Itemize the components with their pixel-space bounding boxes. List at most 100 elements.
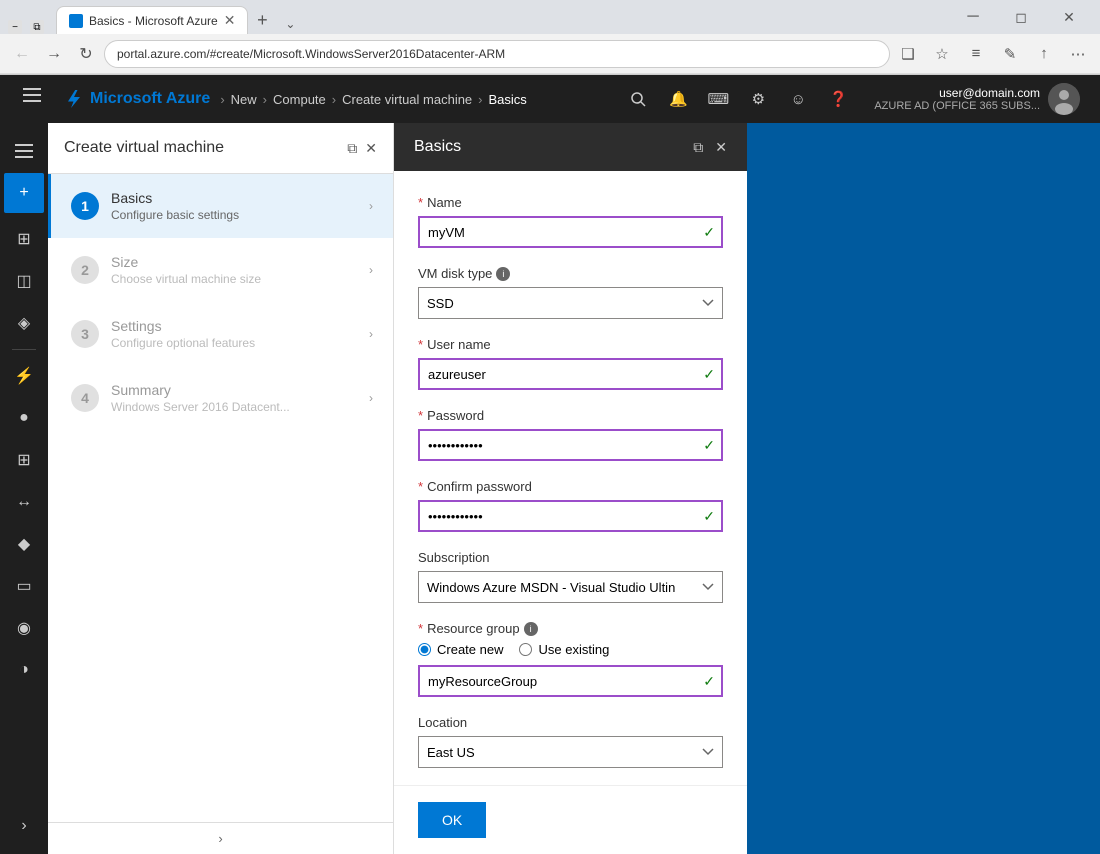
sidebar-item-dashboard[interactable] [4, 131, 44, 171]
username-input-wrapper: ✓ [418, 358, 723, 390]
breadcrumb-sep2: › [263, 92, 267, 107]
subscription-select[interactable]: Windows Azure MSDN - Visual Studio Ultin [418, 571, 723, 603]
new-tab-button[interactable]: + [248, 6, 276, 34]
wizard-maximize-icon[interactable]: ⧉ [347, 140, 357, 157]
forward-button[interactable]: → [40, 40, 68, 68]
minimize-button[interactable]: ─ [950, 3, 996, 31]
resource-group-label: * Resource group i [418, 621, 723, 636]
wizard-step-summary[interactable]: 4 Summary Windows Server 2016 Datacent..… [48, 366, 393, 430]
sidebar-item-favorites[interactable]: ◈ [4, 303, 44, 343]
cloud-shell-button[interactable]: ⌨ [700, 81, 736, 117]
share-button[interactable]: ↑ [1030, 40, 1058, 68]
location-select[interactable]: East US West US Central US West Europe E… [418, 736, 723, 768]
wizard-close-icon[interactable]: ✕ [365, 140, 377, 157]
sidebar-expand-button[interactable]: › [4, 806, 44, 846]
more-button[interactable]: ⋯ [1064, 40, 1092, 68]
sidebar-item-lightning[interactable]: ⚡ [4, 356, 44, 396]
resource-group-info-icon[interactable]: i [524, 622, 538, 636]
create-new-radio[interactable] [418, 643, 431, 656]
password-required-star: * [418, 408, 423, 423]
azure-topbar: Microsoft Azure › New › Compute › Create… [0, 75, 1100, 123]
address-bar[interactable] [104, 40, 890, 68]
disk-type-field-group: VM disk type i SSD HDD [418, 266, 723, 319]
azure-main: + ⊞ ◫ ◈ ⚡ ● ⊞ ↔ ◆ ▭ ◉ ◑ › Create virtual… [0, 123, 1100, 854]
sidebar-item-diamond[interactable]: ◆ [4, 524, 44, 564]
close-button[interactable]: ✕ [1046, 3, 1092, 31]
maximize-button[interactable]: ◻ [998, 3, 1044, 31]
breadcrumb-new[interactable]: New [231, 92, 257, 107]
refresh-button[interactable]: ↻ [72, 40, 100, 68]
use-existing-radio-label[interactable]: Use existing [519, 642, 609, 657]
user-tenant: AZURE AD (OFFICE 365 SUBS... [874, 100, 1040, 112]
resource-group-input[interactable] [418, 665, 723, 697]
tab-close-button[interactable]: ✕ [224, 12, 236, 29]
username-input[interactable] [418, 358, 723, 390]
sidebar-item-all-services[interactable]: ◫ [4, 261, 44, 301]
form-maximize-icon[interactable]: ⧉ [693, 139, 703, 156]
back-button[interactable]: ← [8, 40, 36, 68]
wizard-step-basics[interactable]: 1 Basics Configure basic settings › [48, 174, 393, 238]
breadcrumb-compute[interactable]: Compute [273, 92, 326, 107]
step3-chevron: › [369, 327, 373, 341]
password-input-wrapper: ✓ [418, 429, 723, 461]
password-label-text: Password [427, 408, 484, 423]
create-new-radio-label[interactable]: Create new [418, 642, 503, 657]
sidebar-menu-toggle[interactable] [12, 75, 52, 115]
browser-tabs: − ⧉ Basics - Microsoft Azure ✕ + ⌄ [8, 0, 300, 34]
favorites-button[interactable]: ☆ [928, 40, 956, 68]
wizard-bottom-expand[interactable]: › [48, 822, 393, 854]
active-tab[interactable]: Basics - Microsoft Azure ✕ [56, 6, 248, 34]
name-input[interactable] [418, 216, 723, 248]
sidebar-item-security[interactable]: ◑ [4, 650, 44, 690]
tab-scroll-button[interactable]: ⌄ [280, 14, 300, 34]
wizard-panel: Create virtual machine ⧉ ✕ 1 Basics Conf… [48, 123, 394, 854]
disk-type-label-text: VM disk type [418, 266, 492, 281]
notes-button[interactable]: ✎ [996, 40, 1024, 68]
tab-favicon [69, 14, 83, 28]
disk-type-select[interactable]: SSD HDD [418, 287, 723, 319]
sidebar-item-circle[interactable]: ● [4, 398, 44, 438]
ok-button[interactable]: OK [418, 802, 486, 838]
help-button[interactable]: ❓ [820, 81, 856, 117]
left-sidebar: + ⊞ ◫ ◈ ⚡ ● ⊞ ↔ ◆ ▭ ◉ ◑ › [0, 123, 48, 854]
breadcrumb-sep: › [220, 92, 224, 107]
sidebar-item-arrows[interactable]: ↔ [4, 482, 44, 522]
sidebar-divider [12, 349, 36, 350]
search-button[interactable] [620, 81, 656, 117]
use-existing-radio[interactable] [519, 643, 532, 656]
breadcrumb-sep4: › [478, 92, 482, 107]
name-label: * Name [418, 195, 723, 210]
user-profile[interactable]: user@domain.com AZURE AD (OFFICE 365 SUB… [866, 83, 1088, 115]
step4-info: Summary Windows Server 2016 Datacent... [111, 382, 369, 414]
password-field-group: * Password ✓ [418, 408, 723, 461]
form-footer: OK [394, 785, 747, 854]
sidebar-item-monitoring[interactable]: ◉ [4, 608, 44, 648]
breadcrumb-create-vm[interactable]: Create virtual machine [342, 92, 472, 107]
hub-button[interactable]: ≡ [962, 40, 990, 68]
confirm-password-input[interactable] [418, 500, 723, 532]
feedback-button[interactable]: ☺ [780, 81, 816, 117]
location-label-text: Location [418, 715, 467, 730]
wizard-step-settings[interactable]: 3 Settings Configure optional features › [48, 302, 393, 366]
window-controls: ─ ◻ ✕ [950, 3, 1092, 31]
disk-type-info-icon[interactable]: i [496, 267, 510, 281]
step1-desc: Configure basic settings [111, 208, 369, 222]
resource-group-input-wrapper: ✓ [418, 665, 723, 697]
disk-type-label: VM disk type i [418, 266, 723, 281]
sidebar-item-storage[interactable]: ▭ [4, 566, 44, 606]
form-header: Basics ⧉ ✕ [394, 123, 747, 171]
wizard-step-size[interactable]: 2 Size Choose virtual machine size › [48, 238, 393, 302]
sidebar-add-button[interactable]: + [4, 173, 44, 213]
step1-chevron: › [369, 199, 373, 213]
username-label-text: User name [427, 337, 491, 352]
sidebar-item-home[interactable]: ⊞ [4, 219, 44, 259]
form-close-icon[interactable]: ✕ [715, 139, 727, 156]
password-input[interactable] [418, 429, 723, 461]
sidebar-item-grid[interactable]: ⊞ [4, 440, 44, 480]
window-minimize-icon[interactable]: − [8, 20, 22, 34]
reader-view-button[interactable]: ❑ [894, 40, 922, 68]
step3-title: Settings [111, 318, 369, 334]
breadcrumb-sep3: › [332, 92, 336, 107]
settings-button[interactable]: ⚙ [740, 81, 776, 117]
notifications-button[interactable]: 🔔 [660, 81, 696, 117]
